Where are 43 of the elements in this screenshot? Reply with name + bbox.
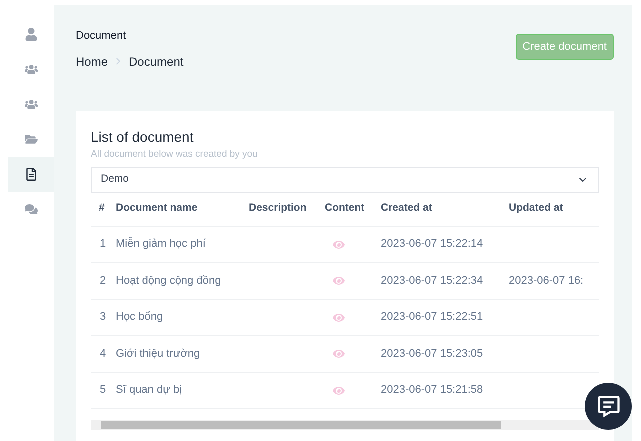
column-header: Description bbox=[249, 201, 308, 216]
scrollbar-thumb[interactable] bbox=[101, 421, 501, 430]
column-header: Content bbox=[325, 201, 366, 216]
created-at-cell-text: 2023-06-07 15:22:14 bbox=[381, 237, 484, 252]
updated-at-cell: 2023-06-07 16: bbox=[509, 274, 584, 287]
breadcrumb-link[interactable]: Home bbox=[76, 52, 108, 70]
document-name-cell-text: Giới thiệu trường bbox=[116, 346, 202, 362]
horizontal-scrollbar[interactable] bbox=[91, 420, 599, 430]
column-header: Updated at bbox=[509, 201, 564, 216]
document-name-cell-text: Sĩ quan dự bị bbox=[116, 383, 184, 398]
row-number: 3 bbox=[99, 310, 108, 326]
column-header: # bbox=[98, 201, 106, 216]
column-header: Document name bbox=[116, 201, 199, 216]
chat-icon bbox=[596, 394, 622, 420]
column-header: Created at bbox=[381, 201, 434, 216]
eye-icon[interactable] bbox=[333, 312, 345, 324]
card-subtitle: All document below was created by you bbox=[91, 148, 259, 162]
eye-icon[interactable] bbox=[333, 384, 345, 396]
eye-icon[interactable] bbox=[333, 348, 345, 360]
sidebar-item[interactable] bbox=[8, 157, 54, 192]
file-icon bbox=[24, 168, 38, 181]
comments-icon bbox=[24, 203, 38, 216]
row-number: 1 bbox=[99, 237, 108, 252]
breadcrumb-link[interactable]: Document bbox=[129, 52, 184, 70]
row-number: 2 bbox=[99, 274, 108, 289]
users-icon bbox=[24, 63, 38, 76]
eye-icon[interactable] bbox=[333, 238, 345, 250]
document-name-cell-text: Hoạt động cộng đồng bbox=[116, 274, 222, 289]
created-at-cell-text: 2023-06-07 15:23:05 bbox=[381, 346, 484, 362]
document-name-cell-text: Học bổng bbox=[116, 310, 164, 326]
card-title: List of document bbox=[91, 128, 195, 146]
user-icon bbox=[24, 28, 38, 41]
row-number: 5 bbox=[99, 383, 108, 398]
created-at-cell-text: 2023-06-07 15:22:34 bbox=[381, 274, 484, 289]
row-number: 4 bbox=[99, 346, 108, 362]
created-at-cell-text: 2023-06-07 15:21:58 bbox=[381, 383, 484, 398]
created-at-cell-text: 2023-06-07 15:22:51 bbox=[381, 310, 484, 326]
document-select[interactable]: Demo bbox=[91, 166, 599, 193]
page-title: Document bbox=[76, 29, 128, 44]
users-icon bbox=[24, 98, 38, 111]
folder-icon bbox=[24, 133, 38, 146]
document-name-cell-text: Miễn giảm học phí bbox=[116, 236, 207, 252]
eye-icon[interactable] bbox=[333, 275, 345, 287]
